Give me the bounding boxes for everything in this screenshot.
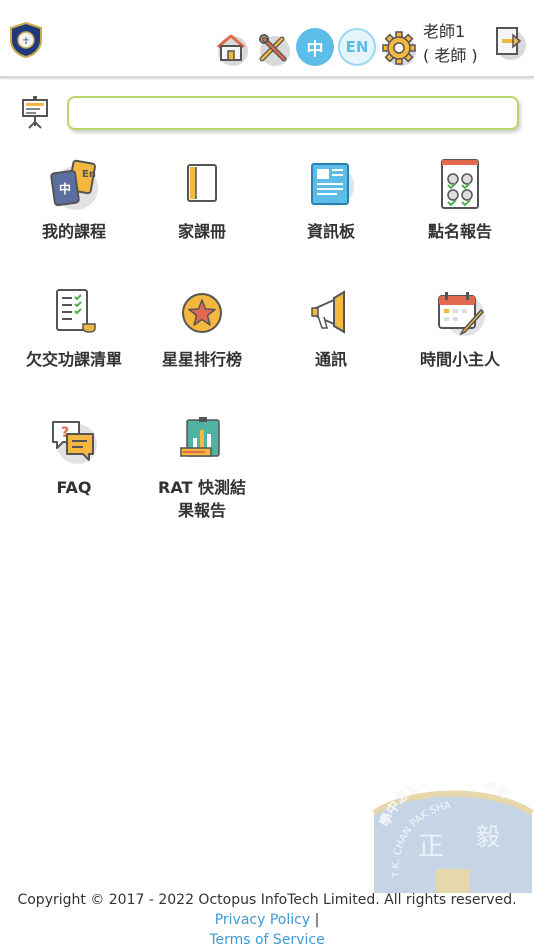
svg-text:毅: 毅 [476,823,500,851]
tile-label: FAQ [56,478,92,497]
homework-book-icon [175,158,229,212]
megaphone-icon [304,286,358,340]
privacy-policy-link[interactable]: Privacy Policy [215,912,310,928]
svg-text:☥: ☥ [23,37,30,47]
footer-separator: | [314,912,320,928]
my-courses-icon: En 中 [47,158,101,212]
school-crest-watermark: 學中念紀沙白陳會商廠新 正 毅 T.K. CHAN PAK SHA [372,767,534,893]
user-role: ( 老師 ) [423,46,478,65]
tile-label: 通訊 [314,350,347,369]
tile-label: 家課冊 [177,222,226,241]
language-english-button[interactable]: EN [338,28,376,66]
footer: Copyright © 2017 - 2022 Octopus InfoTech… [0,890,534,950]
tile-time-master[interactable]: 時間小主人 [395,286,525,371]
tile-my-courses[interactable]: En 中 我的課程 [9,158,139,243]
tile-star-ranking[interactable]: 星星排行榜 [137,286,267,371]
info-board-icon [304,158,358,212]
tile-homework-book[interactable]: 家課冊 [137,158,267,243]
tile-missing-homework-list[interactable]: 欠交功課清單 [9,286,139,371]
calendar-icon [433,286,487,340]
tools-icon[interactable] [254,28,292,68]
tile-rat-report[interactable]: RAT 快測結果報告 [137,414,267,522]
attendance-report-icon [433,158,487,212]
school-logo[interactable]: ☥ [9,21,43,59]
tile-label: 欠交功課清單 [25,350,122,369]
tile-label: 星星排行榜 [161,350,242,369]
copyright-text: Copyright © 2017 - 2022 Octopus InfoTech… [17,892,517,908]
tile-info-board[interactable]: 資訊板 [266,158,396,243]
user-name: 老師1 [423,22,466,41]
tile-faq[interactable]: ? FAQ [9,414,139,499]
search-input[interactable] [67,96,519,130]
language-chinese-button[interactable]: 中 [296,28,334,66]
tile-label: RAT 快測結果報告 [158,478,246,520]
rat-report-icon [175,414,229,468]
tile-megaphone[interactable]: 通訊 [266,286,396,371]
terms-of-service-link[interactable]: Terms of Service [209,932,324,948]
tile-label: 我的課程 [41,222,106,241]
user-info: 老師1 ( 老師 ) [423,20,487,68]
home-icon[interactable] [212,28,250,68]
gear-icon[interactable] [380,28,418,68]
missing-homework-list-icon [47,286,101,340]
svg-text:正: 正 [418,832,444,862]
svg-text:中: 中 [59,181,71,196]
svg-text:En: En [82,169,96,180]
faq-icon: ? [47,414,101,468]
tile-label: 點名報告 [427,222,492,241]
search-bar [0,92,534,136]
presentation-board-icon[interactable] [20,96,50,130]
star-ranking-icon [175,286,229,340]
top-bar: ☥ 中 EN 老師1 (老師) [0,0,534,78]
tile-label: 時間小主人 [419,350,500,369]
tile-attendance-report[interactable]: 點名報告 [395,158,525,243]
tile-label: 資訊板 [306,222,355,241]
logout-icon[interactable] [490,22,528,62]
